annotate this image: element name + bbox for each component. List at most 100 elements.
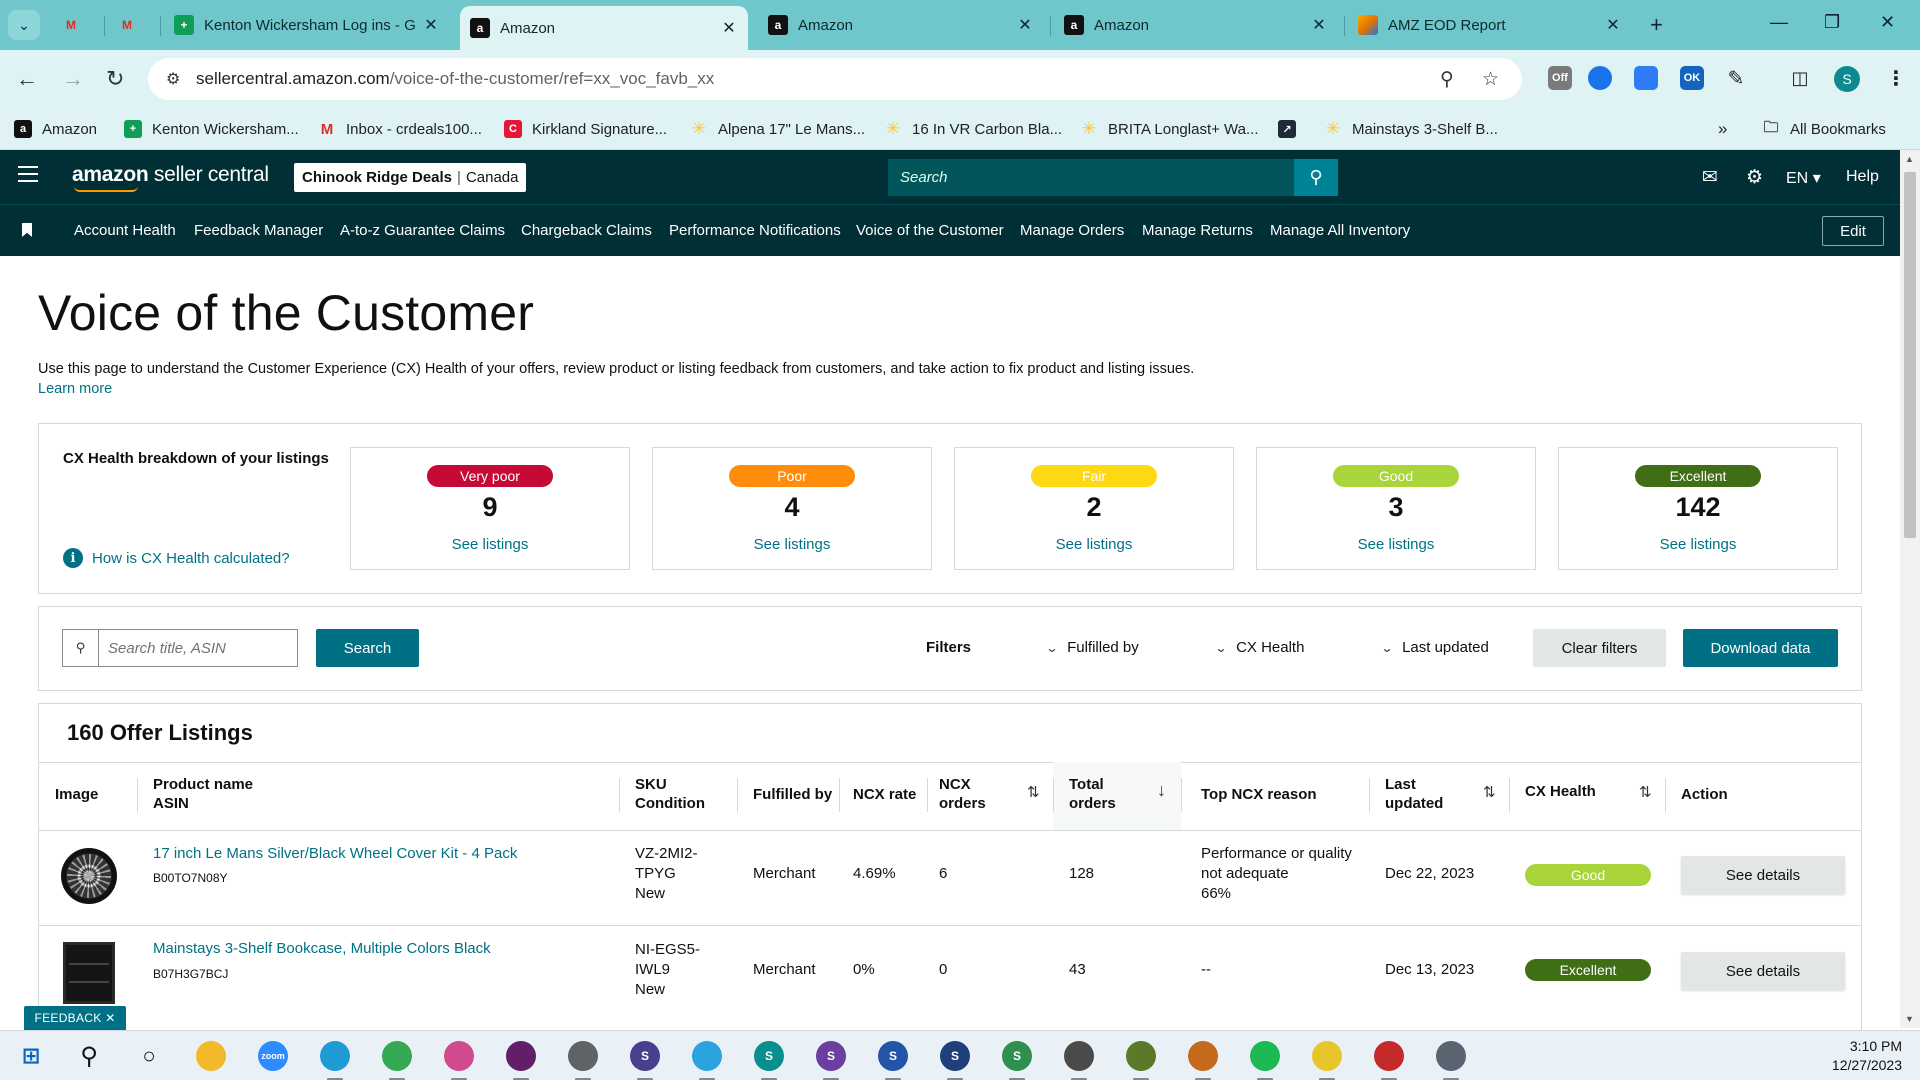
forward-arrow-icon[interactable]: → xyxy=(62,66,84,92)
tab-amz-eod-report[interactable]: AMZ EOD Report ✕ xyxy=(1348,8,1632,42)
close-icon[interactable]: ✕ xyxy=(105,1011,115,1025)
all-bookmarks[interactable]: 🗀 All Bookmarks xyxy=(1762,118,1885,140)
reload-icon[interactable]: ↻ xyxy=(106,66,124,92)
zoom-icon[interactable]: zoom xyxy=(258,1041,288,1071)
calculator-icon[interactable] xyxy=(1436,1041,1466,1071)
bookmark-dark-site[interactable]: ↗ xyxy=(1278,118,1306,140)
close-icon[interactable]: ✕ xyxy=(1604,15,1622,35)
close-icon[interactable]: ✕ xyxy=(422,15,440,35)
bookmark-brita[interactable]: ✳ BRITA Longlast+ Wa... xyxy=(1080,118,1259,140)
bookmark-star-icon[interactable]: ☆ xyxy=(1482,68,1499,91)
search-icon[interactable]: ⚲ xyxy=(74,1041,104,1071)
nav-manage-returns[interactable]: Manage Returns xyxy=(1142,222,1253,239)
tab-kenton-log-ins[interactable]: + Kenton Wickersham Log ins - G ✕ xyxy=(164,8,450,42)
file-explorer-icon[interactable] xyxy=(196,1041,226,1071)
site-settings-icon[interactable]: ⚙ xyxy=(166,69,180,89)
window-close-icon[interactable]: ✕ xyxy=(1880,12,1895,33)
col-total-orders[interactable]: Total orders xyxy=(1069,775,1116,813)
nav-manage-orders[interactable]: Manage Orders xyxy=(1020,222,1124,239)
nav-a-to-z-claims[interactable]: A-to-z Guarantee Claims xyxy=(340,222,505,239)
new-tab-plus-icon[interactable]: + xyxy=(1650,12,1663,38)
store-switcher[interactable]: Chinook Ridge Deals | Canada xyxy=(294,163,527,192)
nav-chargeback-claims[interactable]: Chargeback Claims xyxy=(521,222,652,239)
help-link[interactable]: Help xyxy=(1846,168,1879,186)
nav-manage-all-inventory[interactable]: Manage All Inventory xyxy=(1270,222,1410,239)
scroll-down-icon[interactable]: ▼ xyxy=(1905,1014,1914,1024)
cx-health-how-link[interactable]: i How is CX Health calculated? xyxy=(63,548,290,568)
url-text[interactable]: sellercentral.amazon.com/voice-of-the-cu… xyxy=(196,69,714,89)
slack-icon[interactable] xyxy=(506,1041,536,1071)
bookmark-icon[interactable] xyxy=(22,223,32,237)
header-search-input[interactable]: Search xyxy=(888,159,1298,196)
sort-descending-icon[interactable]: ↓ xyxy=(1157,780,1166,801)
system-clock[interactable]: 3:10 PM 12/27/2023 xyxy=(1832,1037,1902,1075)
chrome-profile-purple-icon[interactable]: S xyxy=(816,1041,846,1071)
edge-icon[interactable] xyxy=(320,1041,350,1071)
snipping-tool-icon[interactable] xyxy=(444,1041,474,1071)
bookcase-image[interactable] xyxy=(63,942,115,1004)
back-arrow-icon[interactable]: ← xyxy=(16,66,38,92)
sort-both-icon[interactable]: ⇅ xyxy=(1027,783,1040,801)
tab-gmail-2[interactable]: M xyxy=(108,8,156,42)
sticky-notes-icon[interactable] xyxy=(1312,1041,1342,1071)
col-last-updated[interactable]: Last updated xyxy=(1385,775,1443,813)
chrome-profile-navy-icon[interactable]: S xyxy=(940,1041,970,1071)
col-cx-health[interactable]: CX Health xyxy=(1525,782,1596,801)
fulfilled-by-dropdown[interactable]: ⌄ Fulfilled by xyxy=(1045,639,1138,656)
edit-nav-button[interactable]: Edit xyxy=(1822,216,1884,246)
nav-feedback-manager[interactable]: Feedback Manager xyxy=(194,222,323,239)
chrome-profile-green-icon[interactable]: S xyxy=(1002,1041,1032,1071)
nav-performance-notifications[interactable]: Performance Notifications xyxy=(669,222,841,239)
col-ncx-orders[interactable]: NCX orders xyxy=(939,775,986,813)
task-view-icon[interactable]: ○ xyxy=(134,1041,164,1071)
address-bar[interactable]: ⚙ sellercentral.amazon.com/voice-of-the-… xyxy=(148,58,1522,100)
bookmark-inbox[interactable]: M Inbox - crdeals100... xyxy=(318,118,482,140)
listing-search-button[interactable]: Search xyxy=(316,629,419,667)
nav-account-health[interactable]: Account Health xyxy=(74,222,176,239)
see-listings-link[interactable]: See listings xyxy=(955,536,1233,553)
tab-amazon-active[interactable]: a Amazon ✕ xyxy=(460,6,748,50)
sort-both-icon[interactable]: ⇅ xyxy=(1639,783,1652,801)
tab-amazon-3[interactable]: a Amazon ✕ xyxy=(1054,8,1338,42)
header-search-button[interactable]: ⚲ xyxy=(1294,159,1338,196)
close-icon[interactable]: ✕ xyxy=(1310,15,1328,35)
col-product-name[interactable]: Product name ASIN xyxy=(153,775,253,813)
see-listings-link[interactable]: See listings xyxy=(1559,536,1837,553)
puzzle-blue-extension-icon[interactable] xyxy=(1588,66,1612,90)
minimize-icon[interactable]: — xyxy=(1770,12,1788,33)
col-ncx-rate[interactable]: NCX rate xyxy=(853,785,916,804)
more-bookmarks-icon[interactable]: » xyxy=(1718,118,1727,140)
chrome-profile-olive-icon[interactable] xyxy=(1126,1041,1156,1071)
chrome-profile-icon[interactable] xyxy=(568,1041,598,1071)
spotify-icon[interactable] xyxy=(1250,1041,1280,1071)
bookmark-alpena[interactable]: ✳ Alpena 17" Le Mans... xyxy=(690,118,865,140)
zoom-magnifier-icon[interactable]: ⚲ xyxy=(1440,68,1454,91)
profile-avatar[interactable]: S xyxy=(1834,66,1860,92)
close-icon[interactable]: ✕ xyxy=(1016,15,1034,35)
chrome-profile-teal-icon[interactable]: S xyxy=(754,1041,784,1071)
mail-icon[interactable]: ✉ xyxy=(1702,166,1718,189)
listing-search-input[interactable]: ⚲ Search title, ASIN xyxy=(62,629,298,667)
see-listings-link[interactable]: See listings xyxy=(351,536,629,553)
see-details-button[interactable]: See details xyxy=(1681,856,1845,894)
off-extension-icon[interactable]: Off xyxy=(1548,66,1572,90)
bookmark-mainstays[interactable]: ✳ Mainstays 3-Shelf B... xyxy=(1324,118,1498,140)
close-icon[interactable]: ✕ xyxy=(720,18,738,38)
cx-health-dropdown[interactable]: ⌄ CX Health xyxy=(1214,639,1304,656)
scrollbar-thumb[interactable] xyxy=(1904,172,1916,538)
bookmark-kenton[interactable]: + Kenton Wickersham... xyxy=(124,118,299,140)
tab-search-button[interactable]: ⌄ xyxy=(8,10,40,40)
chrome-profile-orange-icon[interactable] xyxy=(1188,1041,1218,1071)
bookmark-amazon[interactable]: a Amazon xyxy=(14,118,97,140)
tab-amazon-2[interactable]: a Amazon ✕ xyxy=(758,8,1044,42)
see-listings-link[interactable]: See listings xyxy=(653,536,931,553)
wheel-cover-image[interactable] xyxy=(61,848,117,904)
page-scrollbar[interactable]: ▲ ▼ xyxy=(1900,150,1920,1028)
language-selector[interactable]: EN ▾ xyxy=(1786,168,1821,188)
see-listings-link[interactable]: See listings xyxy=(1257,536,1535,553)
product-name-link[interactable]: Mainstays 3-Shelf Bookcase, Multiple Col… xyxy=(153,939,491,959)
extensions-puzzle-icon[interactable]: ✎ xyxy=(1724,66,1748,90)
tab-gmail-1[interactable]: M xyxy=(52,8,100,42)
restore-icon[interactable]: ❐ xyxy=(1824,12,1840,33)
feedback-tab[interactable]: FEEDBACK ✕ xyxy=(24,1006,126,1030)
